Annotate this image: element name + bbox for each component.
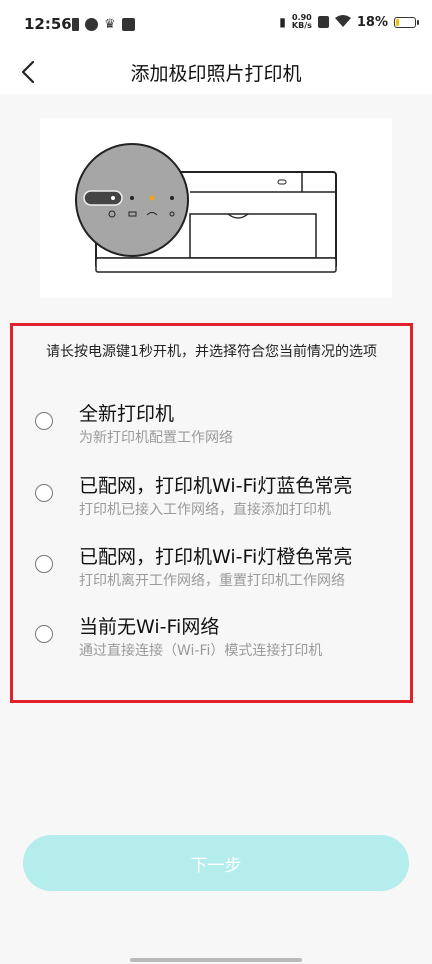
next-button[interactable]: 下一步 [23,835,409,891]
battery-saver-icon [72,18,79,31]
printer-illustration [40,118,392,298]
battery-icon [394,16,419,28]
status-right: ▮ 0.90 KB/s 18% [279,14,419,30]
option-title: 已配网，打印机Wi-Fi灯蓝色常亮 [79,475,353,497]
option-blue-light[interactable]: 已配网，打印机Wi-Fi灯蓝色常亮 打印机已接入工作网络，直接添加打印机 [13,471,410,531]
options-panel: 请长按电源键1秒开机，并选择符合您当前情况的选项 全新打印机 为新打印机配置工作… [10,323,413,703]
radio-button[interactable] [35,412,53,430]
status-bar: 12:56 ♛ ▮ 0.90 KB/s 18% [0,0,432,50]
network-speed: 0.90 KB/s [292,14,312,30]
notification-icons: ♛ [72,17,135,32]
battery-percent: 18% [356,14,388,30]
radio-button[interactable] [35,484,53,502]
status-time: 12:56 [24,15,72,33]
option-title: 已配网，打印机Wi-Fi灯橙色常亮 [79,546,353,568]
option-orange-light[interactable]: 已配网，打印机Wi-Fi灯橙色常亮 打印机离开工作网络，重置打印机工作网络 [13,542,410,602]
sim-off-icon [317,16,329,28]
network-speed-unit: KB/s [291,21,312,30]
option-no-wifi[interactable]: 当前无Wi-Fi网络 通过直接连接（Wi-Fi）模式连接打印机 [13,612,410,672]
option-new-printer[interactable]: 全新打印机 为新打印机配置工作网络 [13,399,410,459]
home-gesture-bar[interactable] [130,958,302,962]
option-subtitle: 打印机离开工作网络，重置打印机工作网络 [79,573,345,589]
app-notification-icon [85,18,98,31]
message-icon [121,18,135,31]
option-subtitle: 打印机已接入工作网络，直接添加打印机 [79,502,331,518]
printer-diagram [75,143,337,273]
radio-button[interactable] [35,555,53,573]
app-header: 添加极印照片打印机 [0,50,432,94]
option-title: 全新打印机 [79,403,175,425]
option-title: 当前无Wi-Fi网络 [79,616,220,638]
option-subtitle: 为新打印机配置工作网络 [79,430,233,446]
page-title: 添加极印照片打印机 [130,63,302,85]
crown-icon: ♛ [104,17,116,32]
instruction-text: 请长按电源键1秒开机，并选择符合您当前情况的选项 [46,344,377,360]
radio-button[interactable] [35,625,53,643]
wifi-icon [334,14,351,30]
option-subtitle: 通过直接连接（Wi-Fi）模式连接打印机 [79,643,323,659]
vibrate-icon: ▮ [279,15,286,29]
